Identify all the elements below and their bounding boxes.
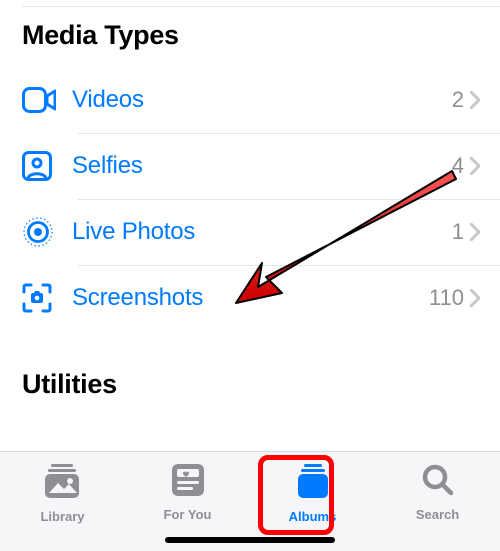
tab-bar: Library For You	[0, 451, 500, 551]
divider	[22, 6, 500, 7]
row-label: Videos	[72, 86, 452, 114]
home-indicator	[165, 537, 335, 543]
row-count: 110	[429, 285, 466, 311]
for-you-icon	[172, 464, 204, 501]
tab-label: Library	[40, 509, 84, 524]
row-label: Screenshots	[72, 284, 429, 312]
chevron-right-icon	[466, 151, 484, 181]
tab-library[interactable]: Library	[0, 452, 125, 551]
row-videos[interactable]: Videos 2	[22, 67, 500, 133]
albums-icon	[296, 464, 330, 503]
tab-search[interactable]: Search	[375, 452, 500, 551]
row-screenshots[interactable]: Screenshots 110	[22, 265, 500, 331]
content-area: Media Types Videos 2	[0, 0, 500, 451]
row-count: 2	[452, 87, 466, 113]
row-label: Selfies	[72, 152, 452, 180]
screenshot-icon	[22, 283, 72, 313]
chevron-right-icon	[466, 283, 484, 313]
section-header-utilities: Utilities	[22, 331, 500, 416]
chevron-right-icon	[466, 217, 484, 247]
row-count: 4	[452, 153, 466, 179]
tab-label: Albums	[289, 509, 337, 524]
row-label: Live Photos	[72, 218, 452, 246]
live-photos-icon	[22, 216, 72, 248]
section-header-media-types: Media Types	[22, 0, 500, 67]
row-live-photos[interactable]: Live Photos 1	[22, 199, 500, 265]
photo-stack-icon	[45, 464, 81, 503]
tab-label: For You	[164, 507, 212, 522]
row-selfies[interactable]: Selfies 4	[22, 133, 500, 199]
tab-label: Search	[416, 507, 459, 522]
search-icon	[422, 464, 454, 501]
selfie-icon	[22, 151, 72, 181]
row-count: 1	[452, 219, 466, 245]
video-camera-icon	[22, 87, 72, 113]
chevron-right-icon	[466, 85, 484, 115]
